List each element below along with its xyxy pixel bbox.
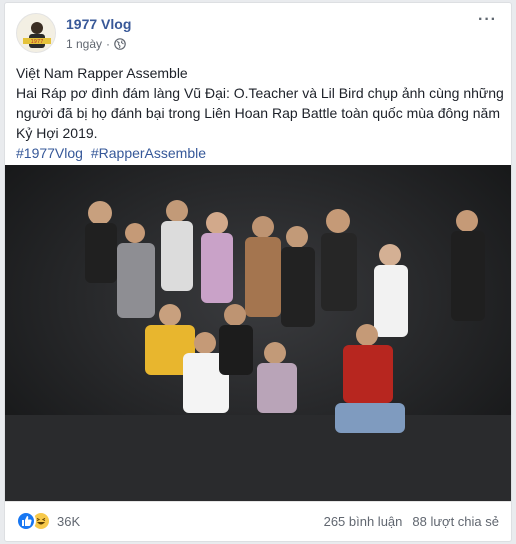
page-name-link[interactable]: 1977 Vlog [66, 16, 131, 32]
shares-count-link[interactable]: 88 lượt chia sẻ [412, 514, 499, 529]
hashtag-rapperassemble[interactable]: #RapperAssemble [91, 145, 206, 161]
post-hashtags: #1977Vlog #RapperAssemble [16, 143, 506, 163]
reactions-summary[interactable]: 36K [16, 511, 80, 531]
post-text-line-1: Việt Nam Rapper Assemble [16, 65, 188, 81]
post-footer: 36K 265 bình luận 88 lượt chia sẻ [5, 501, 511, 541]
reaction-count: 36K [57, 513, 81, 529]
post-photo[interactable] [5, 165, 511, 501]
more-options-icon[interactable]: ··· [478, 11, 497, 29]
post-text-line-2: Hai Ráp pơ đình đám làng Vũ Đại: O.Teach… [16, 85, 504, 141]
page-avatar-icon: 1977 [17, 14, 55, 52]
svg-text:1977: 1977 [31, 39, 44, 45]
post-time-link[interactable]: 1 ngày [66, 37, 102, 51]
comments-count-link[interactable]: 265 bình luận [324, 514, 403, 529]
hashtag-1977vlog[interactable]: #1977Vlog [16, 145, 83, 161]
post-card: 1977 1977 Vlog 1 ngày · ··· Việt Nam Rap… [4, 2, 512, 542]
globe-icon[interactable] [114, 38, 126, 50]
group-photo-icon [5, 165, 511, 501]
post-text: Việt Nam Rapper Assemble Hai Ráp pơ đình… [16, 63, 506, 163]
like-reaction-icon [16, 511, 36, 531]
meta-separator: · [106, 37, 111, 51]
post-stats: 265 bình luận 88 lượt chia sẻ [324, 514, 499, 529]
post-meta: 1 ngày · [66, 37, 126, 51]
page-avatar[interactable]: 1977 [16, 13, 56, 53]
